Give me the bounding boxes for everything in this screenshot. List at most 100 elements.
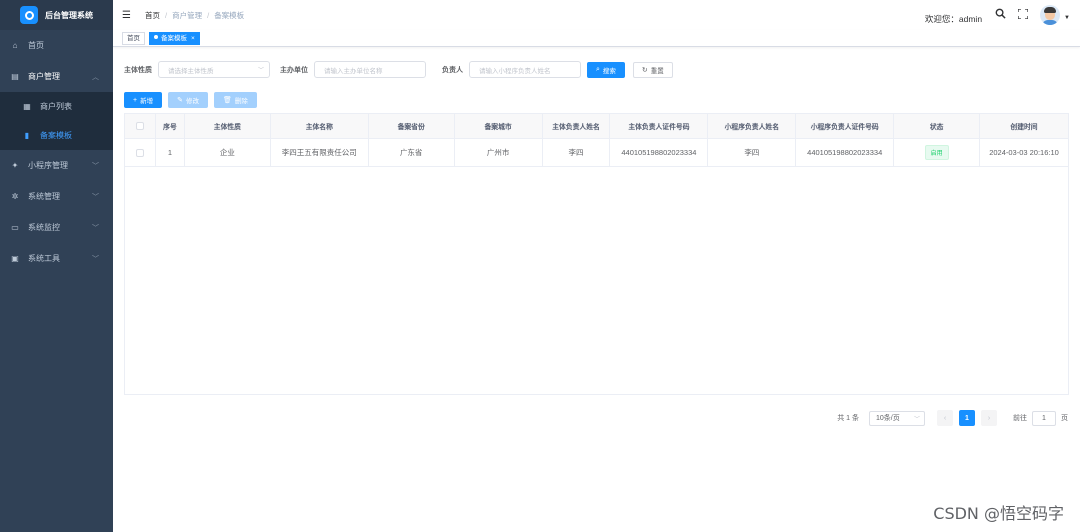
sidebar-item-label: 商户列表 (40, 102, 72, 111)
field-label: 主体性质 (124, 66, 152, 74)
sidebar-item-label: 系统监控 (28, 223, 60, 232)
welcome-text: 欢迎您：admin (924, 14, 983, 24)
sidebar-item-tools[interactable]: ▣ 系统工具 ﹀ (0, 243, 113, 274)
submenu-merchant: ▦ 商户列表 ▮ 备案模板 (0, 92, 113, 150)
table-cell: 企业 (185, 139, 271, 166)
edit-icon: ✎ (177, 97, 183, 104)
sidebar-item-label: 商户管理 (28, 72, 60, 81)
trash-icon: 🗑 (222, 97, 232, 104)
sidebar-item-monitor[interactable]: ▭ 系统监控 ﹀ (0, 212, 113, 243)
table-cell: 1 (156, 139, 185, 166)
owner-input[interactable]: 请输入小程序负责人姓名 (469, 61, 581, 78)
page-size-select[interactable]: 10条/页 ﹀ (869, 410, 925, 426)
next-page-button[interactable]: › (981, 410, 997, 426)
delete-button[interactable]: 🗑 删除 (213, 92, 257, 108)
fullscreen-icon[interactable] (1017, 7, 1029, 22)
table-header: 序号 主体性质 主体名称 备案省份 备案城市 主体负责人姓名 主体负责人证件号码… (125, 114, 1068, 139)
column-header: 小程序负责人姓名 (708, 114, 797, 138)
monitor-icon: ▭ (11, 223, 19, 232)
table-cell: 440105198802023334 (610, 139, 709, 166)
active-dot-icon (154, 34, 158, 39)
pagination: 共 1 条 10条/页 ﹀ ‹ 1 › 前往 1 页 (837, 410, 1068, 426)
goto-label: 前往 (1013, 415, 1027, 422)
placeholder: 请选择主体性质 (168, 67, 214, 75)
column-header: 创建时间 (1010, 124, 1038, 131)
chevron-down-icon: ﹀ (92, 193, 99, 201)
column-header: 备案省份 (369, 114, 455, 138)
tag-home[interactable]: 首页 (122, 31, 145, 45)
status-badge: 启用 (924, 145, 949, 160)
sidebar-item-merchant[interactable]: ▤ 商户管理 ︿ (0, 61, 113, 92)
avatar[interactable] (1040, 5, 1061, 25)
table-cell: 启用 (894, 139, 981, 166)
pagination-total: 共 1 条 (837, 415, 859, 422)
subject-type-select[interactable]: 请选择主体性质 ﹀ (158, 61, 270, 78)
miniprogram-icon: ✦ (11, 161, 19, 170)
sidebar-item-label: 系统工具 (28, 254, 60, 263)
column-header: 主体负责人姓名 (543, 114, 611, 138)
column-header: 主体性质 (185, 114, 271, 138)
tag-filing-template[interactable]: 备案模板 × (149, 31, 200, 45)
search-button[interactable]: ⌕ 搜索 (587, 61, 625, 78)
sidebar-item-home[interactable]: ⌂ 首页 (0, 30, 113, 61)
chevron-down-icon: ﹀ (92, 255, 99, 263)
refresh-icon: ↻ (641, 66, 648, 74)
table-cell: 广东省 (369, 139, 455, 166)
data-table: 序号 主体性质 主体名称 备案省份 备案城市 主体负责人姓名 主体负责人证件号码… (124, 113, 1069, 395)
sidebar-item-filing-template[interactable]: ▮ 备案模板 (0, 121, 113, 150)
main-content: 主体性质 请选择主体性质 ﹀ 主办单位 请输入主办单位名称 负责人 请输入小程序… (113, 48, 1080, 532)
sidebar-item-label: 小程序管理 (28, 161, 68, 170)
edit-button[interactable]: ✎ 修改 (168, 92, 208, 108)
organizer-input[interactable]: 请输入主办单位名称 (314, 61, 426, 78)
column-header: 序号 (156, 114, 185, 138)
row-checkbox[interactable] (125, 139, 156, 166)
sidebar-item-label: 系统管理 (28, 192, 60, 201)
add-button[interactable]: + 新增 (124, 92, 163, 108)
sidebar-item-system[interactable]: ✲ 系统管理 ﹀ (0, 181, 113, 212)
prev-page-button[interactable]: ‹ (937, 410, 953, 426)
breadcrumb-item: 商户管理 (172, 10, 203, 20)
tags-view: 首页 备案模板 × (113, 30, 1080, 47)
sidebar-item-merchant-list[interactable]: ▦ 商户列表 (0, 92, 113, 121)
sidebar-item-label: 备案模板 (40, 131, 72, 140)
plus-icon: + (133, 96, 138, 104)
chevron-right-icon: › (987, 414, 991, 422)
reset-button[interactable]: ↻ 重置 (632, 61, 673, 78)
goto-page-input[interactable]: 1 (1032, 410, 1056, 426)
watermark: CSDN @悟空码字 (933, 504, 1064, 523)
logo-icon (20, 6, 38, 24)
caret-down-icon[interactable]: ▼ (1064, 15, 1070, 21)
template-icon: ▮ (24, 131, 30, 140)
column-header: 小程序负责人证件号码 (796, 114, 895, 138)
table-cell: 440105198802023334 (796, 139, 895, 166)
table-cell: 李四王五有限责任公司 (271, 139, 369, 166)
table-cell: 李四 (708, 139, 797, 166)
search-form: 主体性质 请选择主体性质 ﹀ 主办单位 请输入主办单位名称 负责人 请输入小程序… (124, 61, 1080, 78)
page-number-current[interactable]: 1 (959, 410, 975, 426)
breadcrumb-item[interactable]: 首页 (145, 10, 160, 21)
list-icon: ▦ (23, 102, 31, 111)
hamburger-icon[interactable]: ☰ (122, 10, 132, 21)
search-icon[interactable] (995, 8, 1006, 22)
toolbar: + 新增 ✎ 修改 🗑 删除 (124, 92, 257, 108)
sidebar-item-miniprogram[interactable]: ✦ 小程序管理 ﹀ (0, 150, 113, 181)
page-jumper: 前往 1 页 (1013, 410, 1068, 426)
search-icon: ⌕ (596, 65, 600, 73)
page-unit: 页 (1061, 415, 1068, 422)
column-header: 主体负责人证件号码 (610, 114, 709, 138)
navbar: ☰ 首页 / 商户管理 / 备案模板 欢迎您：admin ▼ (113, 0, 1080, 30)
chevron-down-icon: ﹀ (913, 416, 920, 423)
field-label: 主办单位 (280, 66, 308, 74)
sidebar: 后台管理系统 ⌂ 首页 ▤ 商户管理 ︿ ▦ 商户列表 ▮ 备案模板 ✦ 小程序… (0, 0, 113, 532)
sidebar-item-label: 首页 (28, 41, 44, 50)
placeholder: 请输入主办单位名称 (324, 67, 383, 75)
column-header: 状态 (894, 114, 981, 138)
table-row[interactable]: 1 企业 李四王五有限责任公司 广东省 广州市 李四 4401051988020… (125, 139, 1068, 167)
breadcrumb-item: 备案模板 (214, 10, 245, 20)
placeholder: 请输入小程序负责人姓名 (479, 67, 551, 75)
close-icon[interactable]: × (191, 35, 195, 42)
select-all-checkbox[interactable] (125, 114, 156, 138)
logo[interactable]: 后台管理系统 (0, 0, 113, 30)
chevron-up-icon: ︿ (92, 73, 99, 81)
breadcrumb: 首页 / 商户管理 / 备案模板 (145, 10, 245, 21)
